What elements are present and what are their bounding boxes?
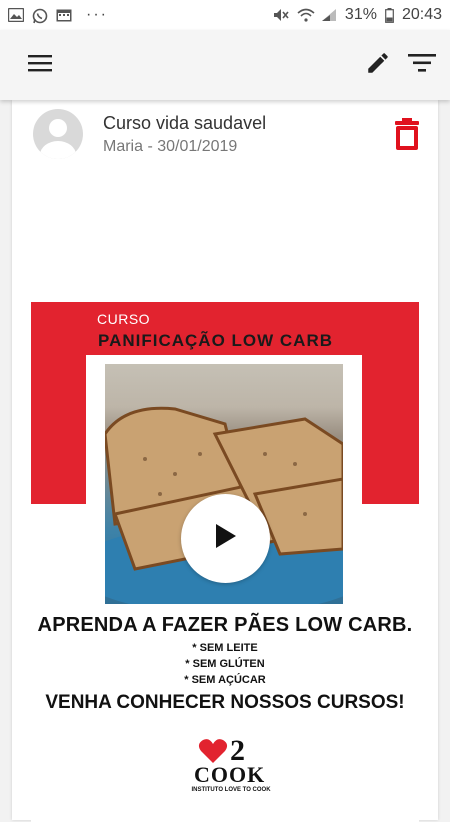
course-name: PANIFICAÇÃO LOW CARB — [98, 331, 333, 350]
menu-button[interactable] — [26, 51, 54, 79]
post-meta: Maria - 30/01/2019 — [103, 138, 238, 155]
status-bar-left: ··· — [7, 6, 108, 24]
wifi-icon — [297, 8, 315, 22]
bullet-no-sugar: * SEM AÇÚCAR — [184, 674, 266, 686]
calendar-icon — [56, 8, 72, 22]
course-flyer-image: CURSO PANIFICAÇÃO LOW CARB APRENDA A FAZ… — [31, 302, 419, 822]
clock: 20:43 — [401, 6, 442, 23]
bullet-no-gluten: * SEM GLÚTEN — [185, 658, 265, 670]
logo-tagline: INSTITUTO LOVE TO COOK — [191, 787, 271, 793]
image-icon — [7, 7, 25, 23]
play-icon — [214, 523, 238, 554]
filter-button[interactable] — [408, 51, 436, 79]
more-icon: ··· — [86, 6, 108, 23]
love2cook-logo: 2 COOK INSTITUTO LOVE TO COOK — [186, 732, 276, 812]
play-button[interactable] — [181, 494, 270, 583]
flyer-label: CURSO — [97, 311, 151, 327]
pencil-icon — [365, 50, 391, 81]
filter-icon — [408, 53, 436, 78]
battery-icon — [385, 8, 394, 23]
menu-icon — [28, 54, 52, 77]
whatsapp-icon — [32, 8, 48, 24]
app-toolbar — [0, 30, 450, 100]
flyer-cta: VENHA CONHECER NOSSOS CURSOS! — [45, 692, 405, 713]
status-bar: ··· 31% 20:43 — [0, 0, 450, 30]
avatar — [33, 109, 83, 159]
logo-word: COOK — [194, 762, 266, 787]
mute-icon — [273, 8, 289, 22]
flyer-headline: APRENDA A FAZER PÃES LOW CARB. — [37, 614, 413, 636]
trash-icon — [394, 118, 420, 154]
delete-button[interactable] — [394, 118, 420, 150]
bullet-no-milk: * SEM LEITE — [192, 642, 258, 654]
status-bar-right: 31% 20:43 — [273, 6, 442, 24]
edit-button[interactable] — [364, 51, 392, 79]
post-card: Curso vida saudavel Maria - 30/01/2019 C… — [12, 100, 438, 822]
post-title: Curso vida saudavel — [103, 113, 267, 133]
signal-icon — [321, 8, 337, 22]
battery-percent: 31% — [344, 6, 377, 23]
